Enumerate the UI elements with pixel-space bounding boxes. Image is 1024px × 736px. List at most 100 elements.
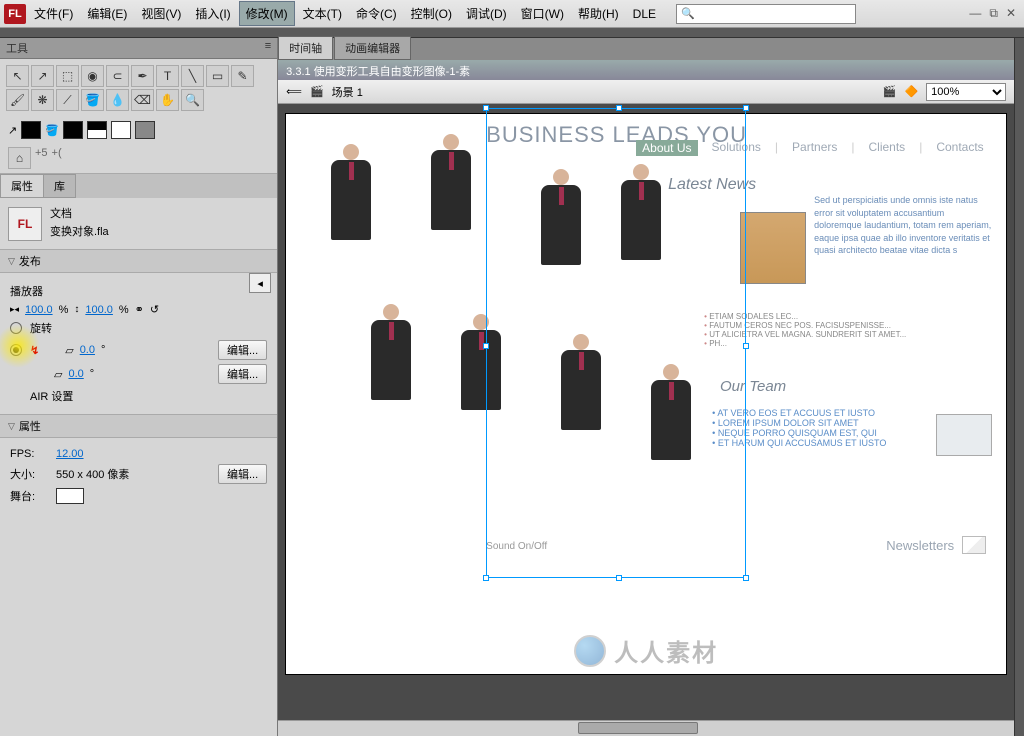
skew-v1[interactable]: 0.0 bbox=[80, 344, 95, 356]
skew-icon1: ▱ bbox=[65, 344, 73, 357]
minimize-button[interactable]: — bbox=[969, 6, 981, 21]
menu-view[interactable]: 视图(V) bbox=[135, 2, 187, 25]
stroke-color[interactable] bbox=[21, 121, 41, 139]
nav-contacts: Contacts bbox=[936, 140, 983, 156]
rectangle-tool[interactable]: ▭ bbox=[206, 65, 229, 87]
pencil-tool[interactable]: ✎ bbox=[231, 65, 254, 87]
cursor-indicator: ↯ bbox=[30, 344, 39, 357]
menu-edit[interactable]: 编辑(E) bbox=[81, 2, 133, 25]
paint-bucket-tool[interactable]: 🪣 bbox=[81, 89, 104, 111]
restore-button[interactable]: ⧉ bbox=[989, 6, 998, 21]
edit-symbol-icon[interactable]: 🔶 bbox=[904, 85, 918, 98]
menu-dle[interactable]: DLE bbox=[627, 4, 662, 24]
watermark: 人人素材 bbox=[574, 633, 718, 668]
menu-insert[interactable]: 插入(I) bbox=[189, 2, 236, 25]
3d-rotate-tool[interactable]: ◉ bbox=[81, 65, 104, 87]
edit-size-button[interactable]: 编辑... bbox=[218, 464, 267, 484]
app-icon: FL bbox=[4, 4, 26, 24]
color-swatches: ↗ 🪣 bbox=[0, 117, 277, 143]
scale-h[interactable]: 100.0 bbox=[85, 304, 113, 316]
text-tool[interactable]: T bbox=[156, 65, 179, 87]
line-tool[interactable]: ╲ bbox=[181, 65, 204, 87]
selection-box[interactable] bbox=[486, 108, 746, 578]
globe-icon bbox=[574, 635, 606, 667]
tool-options: ⌂ +5 +( bbox=[0, 143, 277, 174]
no-color[interactable] bbox=[111, 121, 131, 139]
size-value: 550 x 400 像素 bbox=[56, 466, 129, 482]
menu-command[interactable]: 命令(C) bbox=[350, 2, 403, 25]
free-transform-tool[interactable]: ⬚ bbox=[56, 65, 79, 87]
brush-tool[interactable]: 🖌 bbox=[6, 89, 29, 111]
tab-timeline[interactable]: 时间轴 bbox=[278, 36, 333, 60]
news-text: Sed ut perspiciatis unde omnis iste natu… bbox=[814, 194, 994, 257]
snap-option[interactable]: ⌂ bbox=[8, 147, 31, 169]
menu-debug[interactable]: 调试(D) bbox=[460, 2, 513, 25]
document-icon: FL bbox=[8, 207, 42, 241]
hand-tool[interactable]: ✋ bbox=[156, 89, 179, 111]
list-item: UT ALICIETRA VEL MAGNA. SUNDRERIT SIT AM… bbox=[704, 330, 994, 339]
menubar: FL 文件(F) 编辑(E) 视图(V) 插入(I) 修改(M) 文本(T) 命… bbox=[0, 0, 1024, 28]
selection-tool[interactable]: ↖ bbox=[6, 65, 29, 87]
deco-tool[interactable]: ❋ bbox=[31, 89, 54, 111]
nav-clients: Clients bbox=[869, 140, 906, 156]
back-icon[interactable]: ⟸ bbox=[286, 85, 302, 98]
edit-button-2[interactable]: 编辑... bbox=[218, 364, 267, 384]
rotate-radio[interactable] bbox=[10, 322, 22, 334]
subselect-tool[interactable]: ↗ bbox=[31, 65, 54, 87]
skew-v2[interactable]: 0.0 bbox=[68, 368, 83, 380]
swap-colors[interactable] bbox=[135, 121, 155, 139]
team-image bbox=[936, 414, 992, 456]
eyedropper-tool[interactable]: 💧 bbox=[106, 89, 129, 111]
edit-scene-icon[interactable]: 🎬 bbox=[883, 85, 897, 98]
fill-color[interactable] bbox=[63, 121, 83, 139]
list-item: FAUTUM CEROS NEC POS. FACISUSPENISSE... bbox=[704, 321, 994, 330]
scroll-thumb[interactable] bbox=[578, 722, 698, 734]
publish-section[interactable]: 发布 bbox=[0, 249, 277, 273]
horizontal-scrollbar[interactable] bbox=[278, 720, 1014, 736]
pen-tool[interactable]: ✒ bbox=[131, 65, 154, 87]
tools-grid: ↖ ↗ ⬚ ◉ ⊂ ✒ T ╲ ▭ ✎ 🖌 ❋ ⟋ 🪣 💧 ⌫ ✋ 🔍 bbox=[0, 59, 277, 117]
menu-text[interactable]: 文本(T) bbox=[297, 2, 348, 25]
skew-icon2: ▱ bbox=[54, 368, 62, 381]
lasso-tool[interactable]: ⊂ bbox=[106, 65, 129, 87]
right-dock[interactable] bbox=[1014, 38, 1024, 736]
skew-radio[interactable] bbox=[10, 344, 22, 356]
menu-help[interactable]: 帮助(H) bbox=[572, 2, 625, 25]
panel-menu-icon[interactable]: ≡ bbox=[265, 40, 271, 56]
stage[interactable]: BUSINESS LEADS YOU About Us Solutions| P… bbox=[286, 114, 1006, 674]
menu-modify[interactable]: 修改(M) bbox=[239, 1, 295, 26]
stage-color[interactable] bbox=[56, 488, 84, 504]
zoom-tool[interactable]: 🔍 bbox=[181, 89, 204, 111]
document-info: FL 文档 变换对象.fla bbox=[0, 198, 277, 249]
tab-motion-editor[interactable]: 动画编辑器 bbox=[334, 36, 411, 60]
window-controls: — ⧉ ✕ bbox=[969, 6, 1020, 21]
eraser-tool[interactable]: ⌫ bbox=[131, 89, 154, 111]
document-title-bar: 3.3.1 使用变形工具自由变形图像-1-素 bbox=[278, 60, 1014, 80]
attrs-section[interactable]: 属性 bbox=[0, 414, 277, 438]
canvas-area[interactable]: BUSINESS LEADS YOU About Us Solutions| P… bbox=[278, 104, 1014, 720]
menu-file[interactable]: 文件(F) bbox=[28, 2, 79, 25]
player-label: 播放器 bbox=[10, 283, 50, 299]
scale-w[interactable]: 100.0 bbox=[25, 304, 53, 316]
bw-swap[interactable] bbox=[87, 121, 107, 139]
zoom-select[interactable]: 100% bbox=[926, 83, 1006, 101]
edit-button-1[interactable]: 编辑... bbox=[218, 340, 267, 360]
scene-name[interactable]: 场景 1 bbox=[332, 84, 363, 100]
size-label: 大小: bbox=[10, 466, 50, 482]
scene-icon: 🎬 bbox=[310, 85, 324, 98]
doc-tabs: 时间轴 动画编辑器 bbox=[278, 38, 1014, 60]
properties-panel: 属性 库 FL 文档 变换对象.fla 发布 播放器 ▸◂100.0% ↕100… bbox=[0, 174, 277, 736]
nav-partners: Partners bbox=[792, 140, 837, 156]
close-button[interactable]: ✕ bbox=[1006, 6, 1016, 21]
tab-properties[interactable]: 属性 bbox=[0, 174, 44, 198]
menu-control[interactable]: 控制(O) bbox=[405, 2, 458, 25]
rotate-label: 旋转 bbox=[30, 320, 52, 336]
fps-value[interactable]: 12.00 bbox=[56, 448, 84, 460]
tab-library[interactable]: 库 bbox=[43, 174, 76, 198]
fps-label: FPS: bbox=[10, 448, 50, 460]
bone-tool[interactable]: ⟋ bbox=[56, 89, 79, 111]
search-input[interactable]: 🔍 bbox=[676, 4, 856, 24]
option-text: +5 bbox=[35, 147, 48, 169]
menu-window[interactable]: 窗口(W) bbox=[515, 2, 570, 25]
collapse-icon[interactable]: ◂ bbox=[249, 273, 271, 293]
